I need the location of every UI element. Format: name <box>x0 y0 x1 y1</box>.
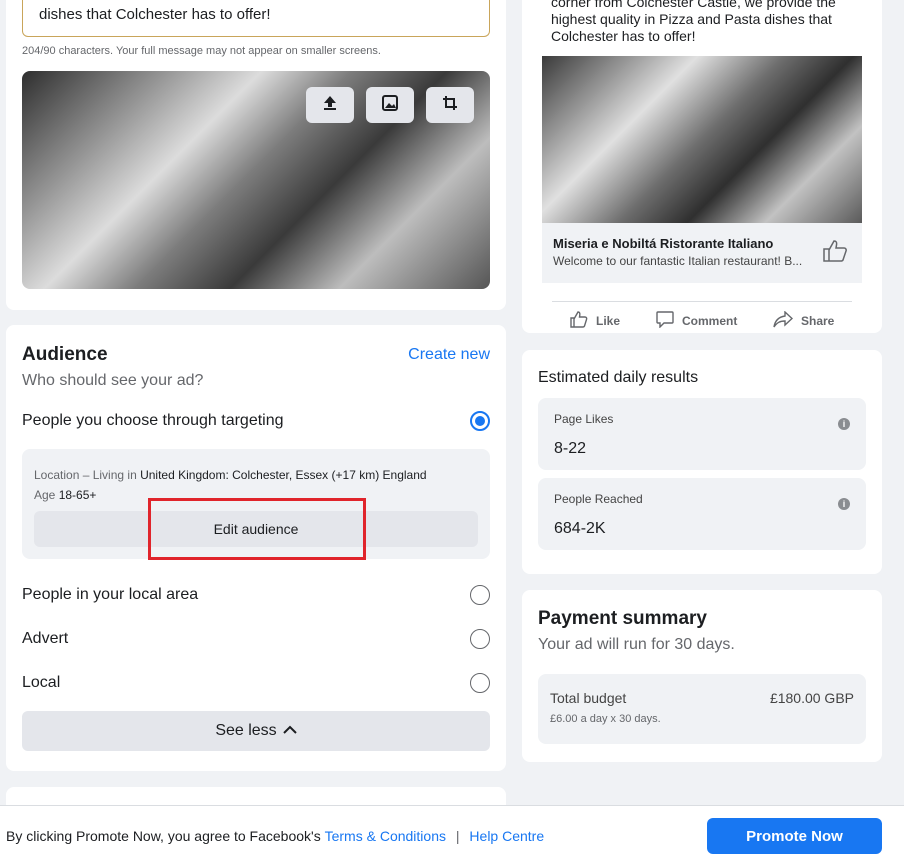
character-count: 204/90 characters. Your full message may… <box>22 45 381 57</box>
footer-agreement: By clicking Promote Now, you agree to Fa… <box>6 828 544 844</box>
audience-option-label: People in your local area <box>22 586 199 603</box>
preview-divider <box>552 301 852 302</box>
ad-image <box>22 71 490 289</box>
budget-value: £180.00 GBP <box>769 690 854 706</box>
preview-text: corner from Colchester Castle, we provid… <box>551 0 836 44</box>
page-likes-metric: Page Likes 8-22 i <box>538 398 866 470</box>
terms-link[interactable]: Terms & Conditions <box>325 828 446 844</box>
preview-description: Welcome to our fantastic Italian restaur… <box>553 254 803 268</box>
radio-unselected[interactable] <box>470 673 490 693</box>
radio-unselected[interactable] <box>470 629 490 649</box>
location-line: Location – Living in United Kingdom: Col… <box>34 468 427 482</box>
payment-summary-card: Payment summary Your ad will run for 30 … <box>522 590 882 762</box>
audience-option-local[interactable]: Local <box>22 671 490 695</box>
crop-icon <box>442 95 458 116</box>
info-icon[interactable]: i <box>838 498 850 510</box>
select-image-button[interactable] <box>366 87 414 123</box>
preview-comment-action: Comment <box>656 310 737 332</box>
preview-page-name: Miseria e Nobiltá Ristorante Italiano <box>553 236 774 251</box>
location-label: Location – Living in <box>34 468 137 482</box>
ad-message-text: dishes that Colchester has to offer! <box>39 6 271 23</box>
see-less-label: See less <box>215 722 277 739</box>
upload-icon <box>323 95 337 116</box>
image-icon <box>382 94 398 116</box>
budget-label: Total budget <box>550 690 627 706</box>
payment-title: Payment summary <box>538 608 707 629</box>
share-label: Share <box>801 314 835 328</box>
ad-preview-card: corner from Colchester Castle, we provid… <box>522 0 882 333</box>
results-title: Estimated daily results <box>538 369 699 386</box>
upload-image-button[interactable] <box>306 87 354 123</box>
info-icon[interactable]: i <box>838 418 850 430</box>
budget-detail: £6.00 a day x 30 days. <box>550 713 661 725</box>
metric-label: Page Likes <box>554 412 614 426</box>
like-icon <box>570 311 588 331</box>
age-value: 18-65+ <box>58 488 97 502</box>
metric-label: People Reached <box>554 492 643 506</box>
audience-title: Audience <box>22 344 108 365</box>
audience-card: Audience Create new Who should see your … <box>6 325 506 771</box>
chevron-up-icon <box>282 722 297 740</box>
payment-subtitle: Your ad will run for 30 days. <box>538 636 735 653</box>
share-icon <box>773 310 794 331</box>
help-centre-link[interactable]: Help Centre <box>469 828 544 844</box>
radio-selected[interactable] <box>470 411 490 431</box>
preview-like-action: Like <box>570 310 620 332</box>
age-label: Age <box>34 488 56 502</box>
preview-link-card: Miseria e Nobiltá Ristorante Italiano We… <box>542 223 862 283</box>
footer-separator: | <box>455 828 460 844</box>
audience-subtitle: Who should see your ad? <box>22 372 204 389</box>
preview-image <box>542 56 862 223</box>
edit-audience-highlight <box>148 498 366 560</box>
estimated-results-card: Estimated daily results Page Likes 8-22 … <box>522 350 882 574</box>
age-line: Age 18-65+ <box>34 488 96 502</box>
radio-unselected[interactable] <box>470 585 490 605</box>
metric-value: 8-22 <box>554 440 587 457</box>
ad-message-textarea[interactable]: dishes that Colchester has to offer! <box>22 0 490 37</box>
thumbs-up-icon <box>822 239 848 268</box>
crop-image-button[interactable] <box>426 87 474 123</box>
footer-bar: By clicking Promote Now, you agree to Fa… <box>0 805 904 862</box>
comment-icon <box>656 311 674 331</box>
location-value: United Kingdom: Colchester, Essex (+17 k… <box>140 468 427 482</box>
preview-share-action: Share <box>773 310 834 332</box>
budget-box: Total budget £180.00 GBP £6.00 a day x 3… <box>538 674 866 744</box>
metric-value: 684-2K <box>554 520 606 537</box>
people-reached-metric: People Reached 684-2K i <box>538 478 866 550</box>
footer-text: By clicking Promote Now, you agree to Fa… <box>6 828 321 844</box>
see-less-button[interactable]: See less <box>22 711 490 751</box>
audience-option-advert[interactable]: Advert <box>22 627 490 651</box>
promote-now-button[interactable]: Promote Now <box>707 818 882 854</box>
like-label: Like <box>596 314 621 328</box>
audience-option-label: People you choose through targeting <box>22 412 284 429</box>
create-new-link[interactable]: Create new <box>408 346 490 364</box>
ad-editor-card: dishes that Colchester has to offer! 204… <box>6 0 506 310</box>
audience-option-label: Local <box>22 674 61 691</box>
audience-option-local-area[interactable]: People in your local area <box>22 583 490 607</box>
comment-label: Comment <box>682 314 738 328</box>
audience-option-targeting[interactable]: People you choose through targeting <box>22 409 490 433</box>
audience-option-label: Advert <box>22 630 69 647</box>
